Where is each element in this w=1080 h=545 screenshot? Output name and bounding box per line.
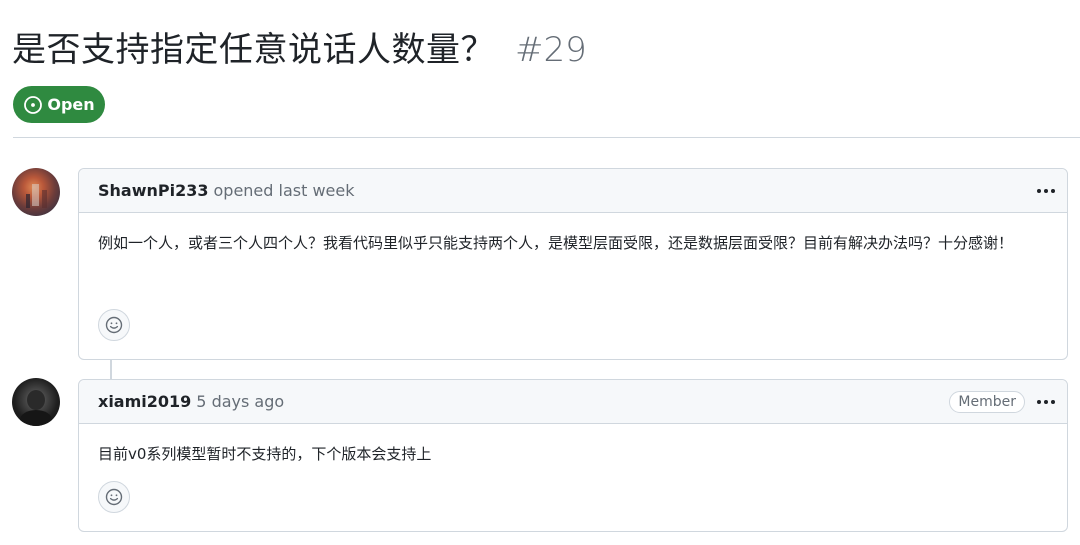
avatar-photo	[26, 184, 47, 208]
comment-author[interactable]: xiami2019	[98, 392, 191, 411]
issue-number: #29	[515, 30, 587, 70]
smiley-icon	[105, 488, 123, 506]
comment-header: ShawnPi233 opened last week	[79, 169, 1067, 213]
member-badge: Member	[949, 390, 1025, 413]
comment-header: xiami2019 5 days ago Member	[79, 380, 1067, 424]
comment-card: ShawnPi233 opened last week 例如一个人，或者三个人四…	[78, 168, 1068, 360]
add-reaction-button[interactable]	[98, 481, 130, 513]
avatar[interactable]	[12, 378, 60, 426]
comment-timestamp[interactable]: opened last week	[214, 181, 355, 200]
issue-state-badge: Open	[13, 86, 105, 123]
issue-opened-icon	[23, 95, 43, 115]
issue-title: 是否支持指定任意说话人数量？	[12, 30, 495, 70]
add-reaction-button[interactable]	[98, 309, 130, 341]
header-divider	[13, 137, 1080, 138]
kebab-horizontal-icon[interactable]	[1035, 391, 1057, 413]
avatar-photo	[20, 390, 52, 426]
comment-timestamp[interactable]: 5 days ago	[196, 392, 284, 411]
issue-state-label: Open	[47, 95, 95, 114]
comment-card: xiami2019 5 days ago Member 目前v0系列模型暂时不支…	[78, 379, 1068, 532]
comment-body: 目前v0系列模型暂时不支持的，下个版本会支持上	[98, 445, 432, 463]
comment-body: 例如一个人，或者三个人四个人？我看代码里似乎只能支持两个人，是模型层面受限，还是…	[98, 234, 1014, 252]
smiley-icon	[105, 316, 123, 334]
timeline-connector	[110, 360, 112, 380]
kebab-horizontal-icon[interactable]	[1035, 180, 1057, 202]
comment-author[interactable]: ShawnPi233	[98, 181, 209, 200]
issue-title-row: 是否支持指定任意说话人数量？ #29	[12, 22, 587, 71]
avatar[interactable]	[12, 168, 60, 216]
